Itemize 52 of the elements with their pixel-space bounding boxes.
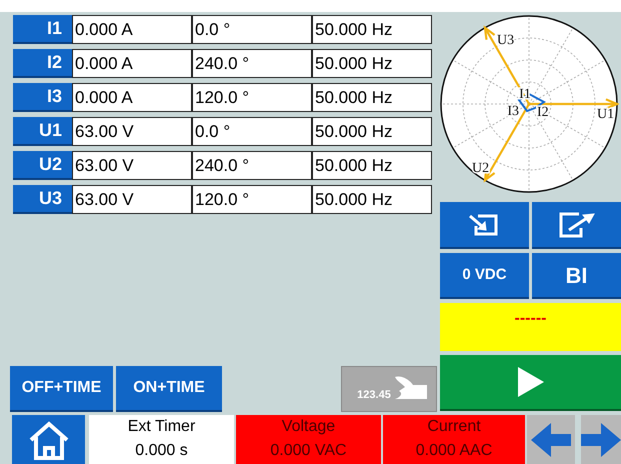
angle-field[interactable]: 240.0 ° — [192, 49, 312, 78]
magnitude-field[interactable]: 0.000 A — [72, 83, 192, 112]
phasor-label: I3 — [506, 104, 518, 119]
frequency-field[interactable]: 50.000 Hz — [312, 15, 432, 44]
frequency-field[interactable]: 50.000 Hz — [312, 185, 432, 214]
time-mode-button[interactable]: OFF+TIME — [10, 366, 113, 412]
readout-label: Current — [427, 417, 481, 437]
play-icon — [518, 367, 544, 397]
channel-button[interactable]: I2 — [13, 49, 72, 78]
angle-field[interactable]: 0.0 ° — [192, 15, 312, 44]
home-icon — [28, 420, 70, 460]
angle-field[interactable]: 0.0 ° — [192, 117, 312, 146]
frequency-field[interactable]: 50.000 Hz — [312, 151, 432, 180]
next-button[interactable] — [581, 415, 621, 464]
phasor-label: U3 — [496, 33, 514, 48]
angle-field[interactable]: 120.0 ° — [192, 185, 312, 214]
readout-value: 0.000 VAC — [270, 441, 347, 461]
play-button[interactable] — [440, 355, 621, 411]
export-button[interactable] — [532, 202, 621, 249]
readout-label: Voltage — [282, 417, 336, 437]
phasor-label: U2 — [472, 161, 489, 176]
frequency-field[interactable]: 50.000 Hz — [312, 49, 432, 78]
export-icon — [556, 210, 596, 238]
magnitude-field[interactable]: 0.000 A — [72, 49, 192, 78]
home-button[interactable] — [12, 415, 85, 464]
angle-field[interactable]: 120.0 ° — [192, 83, 312, 112]
phasor-label: I2 — [536, 105, 548, 120]
channel-button[interactable]: I1 — [13, 15, 72, 44]
readout-label: Ext Timer — [128, 417, 196, 437]
frequency-field[interactable]: 50.000 Hz — [312, 83, 432, 112]
right-arrow-icon — [581, 422, 621, 456]
dc-voltage-button[interactable]: 0 VDC — [440, 253, 529, 299]
magnitude-field[interactable]: 63.00 V — [72, 151, 192, 180]
frequency-field[interactable]: 50.000 Hz — [312, 117, 432, 146]
import-button[interactable] — [440, 202, 529, 249]
channel-button[interactable]: U1 — [13, 117, 72, 146]
channel-button[interactable]: I3 — [13, 83, 72, 112]
angle-field[interactable]: 240.0 ° — [192, 151, 312, 180]
binary-input-button[interactable]: BI — [532, 253, 621, 299]
magnitude-field[interactable]: 63.00 V — [72, 117, 192, 146]
readout-value: 0.000 AAC — [416, 441, 492, 461]
channel-button[interactable]: U2 — [13, 151, 72, 180]
time-mode-button[interactable]: ON+TIME — [116, 366, 222, 412]
previous-button[interactable] — [527, 415, 575, 464]
magnitude-field[interactable]: 63.00 V — [72, 185, 192, 214]
channel-button[interactable]: U3 — [13, 185, 72, 214]
manual-value-text: 123.45 — [357, 388, 391, 403]
status-display: ------ — [440, 303, 621, 351]
left-arrow-icon — [531, 422, 571, 456]
magnitude-field[interactable]: 0.000 A — [72, 15, 192, 44]
readout-value: 0.000 s — [135, 441, 188, 461]
phasor-label: U1 — [596, 107, 614, 122]
